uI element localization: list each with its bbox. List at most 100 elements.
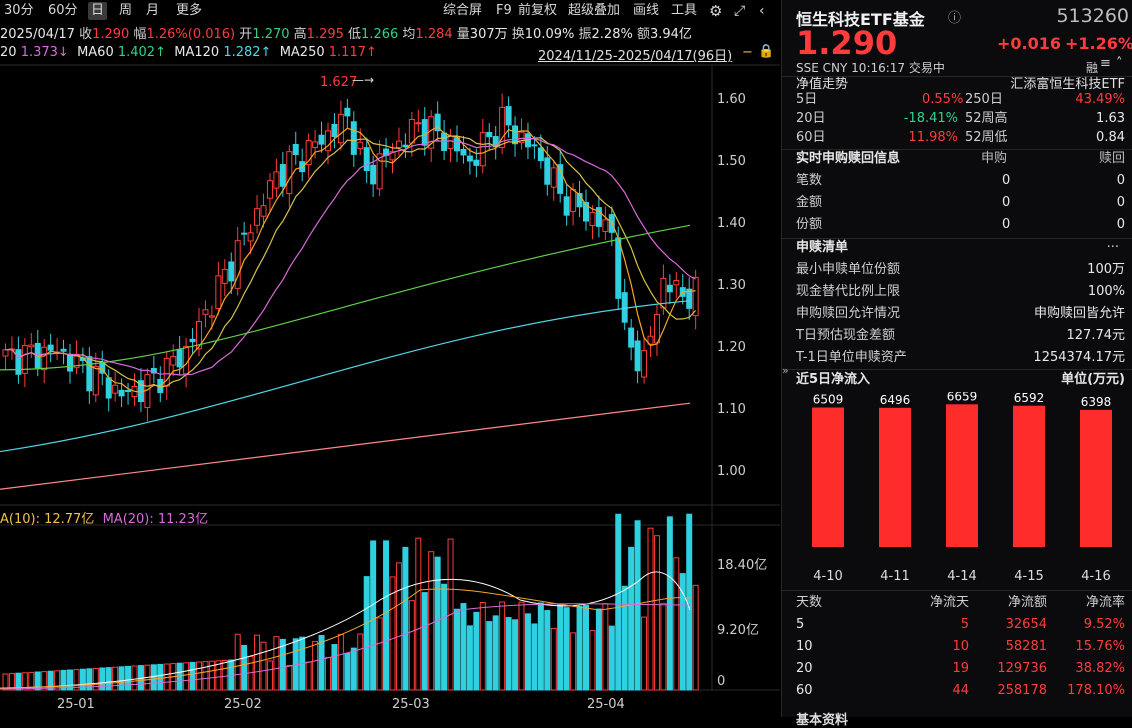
nav-value: 0.84: [1096, 127, 1125, 149]
candle: [545, 158, 550, 184]
volume-bar: [461, 604, 466, 690]
volume-bar: [61, 670, 66, 690]
flow-table-cell: 20: [796, 658, 813, 680]
volume-bar: [313, 641, 318, 690]
volume-bar: [422, 593, 427, 690]
volume-bar: [584, 605, 589, 690]
inflow-value: 6509: [813, 393, 844, 407]
volume-bar: [371, 541, 376, 690]
candle: [635, 341, 640, 371]
candle: [616, 238, 621, 299]
flow-table-cell: 10: [796, 636, 813, 658]
candle: [409, 119, 414, 143]
flow-table-row: 6044258178178.10%: [782, 680, 1132, 702]
volume-bar: [525, 614, 530, 690]
volume-bar: [409, 601, 414, 690]
volume-tick: 18.40亿: [717, 554, 767, 573]
volume-bar: [287, 665, 292, 690]
ma250-line: [0, 403, 690, 489]
subscription-title: 实时申购赎回信息: [796, 148, 900, 170]
candle: [177, 350, 182, 367]
candle: [538, 148, 543, 160]
high-marker-arrow: —→: [352, 73, 374, 87]
inflow-date: 4-10: [813, 569, 843, 584]
volume-bar: [177, 663, 182, 690]
candle: [48, 345, 53, 350]
th: 净流率: [1086, 592, 1125, 614]
volume-bar: [332, 645, 337, 690]
candle: [68, 354, 73, 371]
volume-bar: [596, 609, 601, 690]
flow-table-cell: 19: [952, 658, 969, 680]
volume-bar: [487, 622, 492, 690]
price-chart[interactable]: [0, 0, 780, 717]
candle: [113, 385, 118, 393]
inflow-date: 4-11: [880, 569, 910, 584]
price-tick: 1.60: [717, 92, 746, 107]
volume-bar: [274, 637, 279, 690]
info-icon[interactable]: ⓘ: [948, 7, 961, 26]
price-tick: 1.20: [717, 340, 746, 355]
nav-row: 60日 11.98% 52周低 0.84: [782, 127, 1132, 149]
volume-bar: [693, 585, 698, 690]
row-value: 0: [1117, 192, 1125, 214]
row-value: 0: [1117, 170, 1125, 192]
quote-time: 10:16:17: [851, 61, 905, 75]
list-row: 最小申赎单位份额 100万: [782, 259, 1132, 281]
candle: [654, 315, 659, 343]
candle: [629, 328, 634, 347]
candle: [345, 108, 350, 116]
volume-bar: [506, 618, 511, 690]
inflow-date: 4-15: [1014, 569, 1044, 584]
candle: [338, 114, 343, 142]
candle: [506, 107, 511, 125]
volume-bar: [119, 667, 124, 690]
volume-bar: [480, 602, 485, 690]
candle: [203, 310, 208, 315]
x-tick: 25-04: [587, 697, 625, 712]
flow-table-row: 201912973638.82%: [782, 658, 1132, 680]
chevron-up-icon[interactable]: ˄: [1116, 56, 1123, 71]
x-tick: 25-03: [392, 697, 430, 712]
volume-bar: [267, 661, 272, 690]
flow-header: 近5日净流入 单位(万元): [782, 369, 1132, 391]
volume-bar: [474, 612, 479, 690]
flow-table-cell: 9.52%: [1084, 614, 1125, 636]
candle: [487, 132, 492, 136]
more-button[interactable]: ···: [1107, 237, 1119, 259]
kline-panel[interactable]: 30分 60分 日 周 月 更多 综合屏 F9 前复权 超级叠加 画线 工具 ⚙…: [0, 0, 780, 717]
candle: [42, 347, 47, 369]
volume-bar: [319, 635, 324, 690]
volume-bar: [571, 633, 576, 690]
volume-bar: [190, 662, 195, 690]
candle: [209, 316, 214, 317]
volume-bar: [222, 660, 227, 690]
price-tick: 1.10: [717, 402, 746, 417]
candle: [564, 197, 569, 215]
quote-side-panel: 恒生科技ETF基金 ⓘ 513260 1.290 +0.016 +1.26% S…: [781, 0, 1132, 717]
volume-bar: [158, 664, 163, 690]
volume-tick: 9.20亿: [717, 619, 759, 638]
flow-table-cell: 129736: [997, 658, 1047, 680]
candle: [319, 135, 324, 144]
inflow-value: 6592: [1014, 392, 1045, 405]
volume-bar: [377, 618, 382, 690]
volume-bar: [132, 666, 137, 690]
row-label: 最小申赎单位份额: [796, 259, 900, 281]
candle: [642, 351, 647, 377]
volume-bar: [654, 536, 659, 690]
volume-bar: [106, 668, 111, 690]
row-value: 0: [1002, 214, 1010, 236]
price-tick: 1.30: [717, 278, 746, 293]
candle: [287, 152, 292, 194]
row-value: 1254374.17元: [1033, 347, 1125, 369]
ma10-line: [6, 136, 696, 387]
volume-bar: [629, 547, 634, 690]
menu-icon[interactable]: ≡: [1100, 56, 1111, 71]
volume-bar: [590, 631, 595, 690]
nav-label: 52周低: [965, 127, 1008, 149]
inflow-bar: [1080, 410, 1112, 547]
th: 净流额: [1008, 592, 1047, 614]
net-inflow-chart: 65094-1064964-1166594-1465924-1563984-16: [782, 392, 1132, 592]
candle: [106, 378, 111, 398]
